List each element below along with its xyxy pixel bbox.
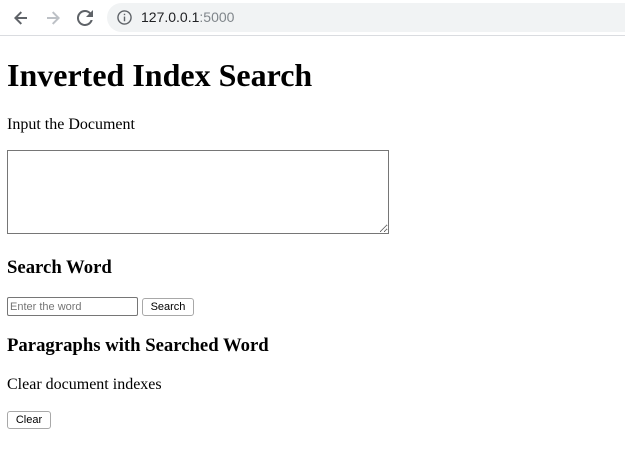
forward-button[interactable] <box>41 6 65 30</box>
back-button[interactable] <box>9 6 33 30</box>
search-input[interactable] <box>7 297 138 316</box>
page-content: Inverted Index Search Input the Document… <box>0 37 625 466</box>
search-heading: Search Word <box>7 257 112 278</box>
document-label: Input the Document <box>7 116 135 133</box>
arrow-left-icon <box>14 11 27 25</box>
url-text: 127.0.0.1:5000 <box>141 9 234 26</box>
browser-toolbar: 127.0.0.1:5000 <box>0 0 625 36</box>
search-button[interactable]: Search <box>142 298 194 316</box>
clear-label: Clear document indexes <box>7 376 162 393</box>
results-heading: Paragraphs with Searched Word <box>7 335 269 356</box>
document-textarea[interactable] <box>7 150 389 234</box>
url-host: 127.0.0.1 <box>141 9 200 25</box>
address-bar[interactable]: 127.0.0.1:5000 <box>107 3 625 32</box>
url-port: :5000 <box>199 9 235 25</box>
reload-icon <box>77 10 93 26</box>
info-icon[interactable] <box>117 10 132 25</box>
clear-button[interactable]: Clear <box>7 411 51 429</box>
arrow-right-icon <box>47 11 60 25</box>
page-title: Inverted Index Search <box>7 57 313 93</box>
reload-button[interactable] <box>73 6 97 30</box>
